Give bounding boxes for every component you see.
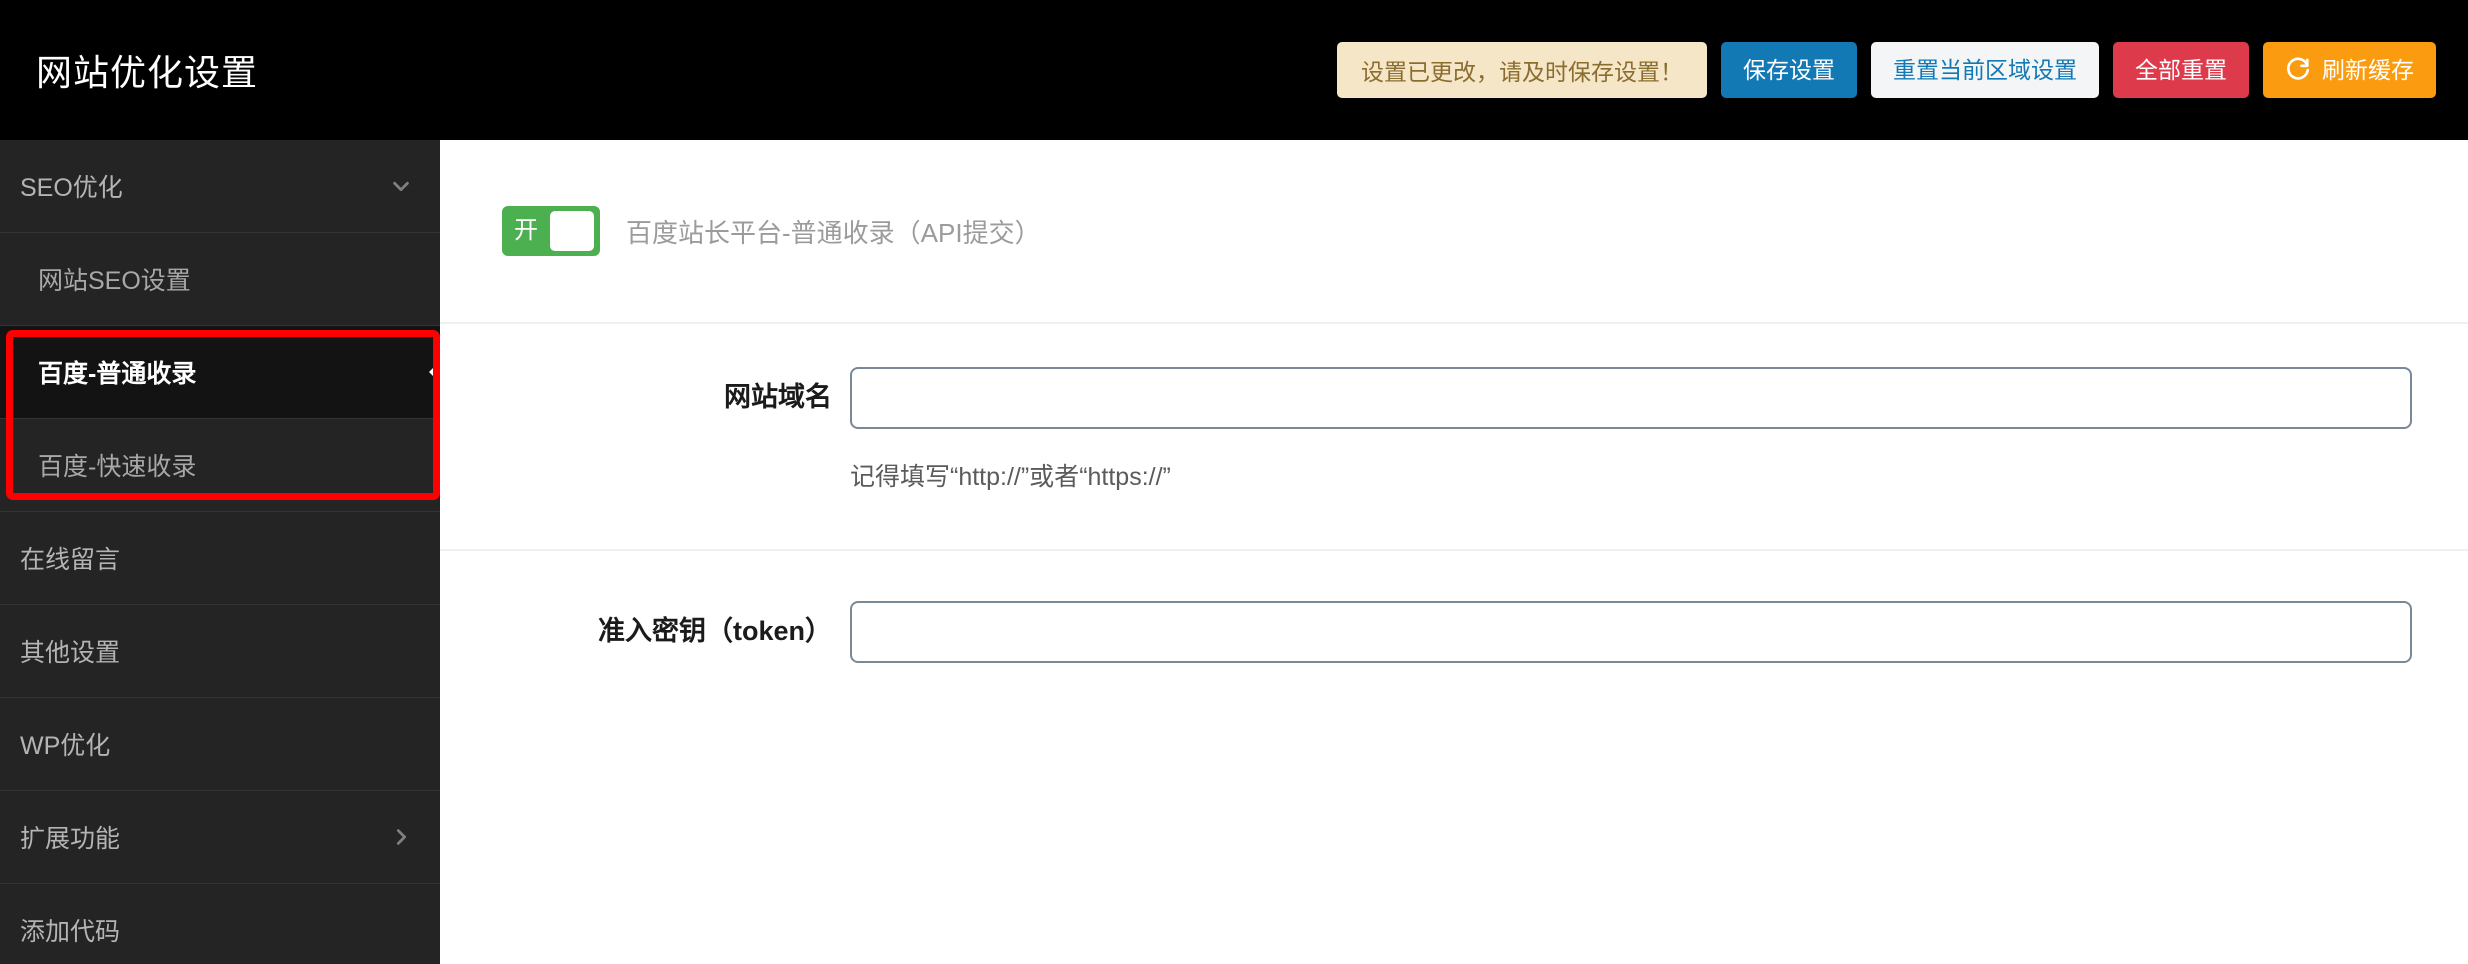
sidebar-nav: SEO优化 网站SEO设置 百度-普通收录 百度-快速收录 在线留言 其他设置 …	[0, 140, 440, 964]
form-row-token: 准入密钥（token）	[440, 551, 2468, 723]
section-title: 百度站长平台-普通收录（API提交）	[626, 217, 1041, 248]
form-row-domain: 网站域名 记得填写“http://”或者“https://”	[440, 324, 2468, 549]
settings-section: 开 百度站长平台-普通收录（API提交）	[440, 140, 2468, 324]
active-pointer-triangle-icon	[429, 361, 440, 383]
sidebar-item-add-code[interactable]: 添加代码	[0, 884, 440, 964]
reset-all-button[interactable]: 全部重置	[2113, 42, 2249, 98]
refresh-cache-label: 刷新缓存	[2322, 56, 2414, 83]
sidebar-item-label: 网站SEO设置	[38, 267, 191, 295]
toggle-state-label: 开	[514, 217, 538, 244]
sidebar-item-label: 添加代码	[20, 918, 121, 946]
sidebar-item-label: SEO优化	[20, 174, 123, 202]
main-content: 开 百度站长平台-普通收录（API提交） 网站域名 记得填写“http://”或…	[440, 140, 2468, 964]
sidebar-item-wp-optimization[interactable]: WP优化	[0, 698, 440, 791]
token-input[interactable]	[850, 601, 2412, 663]
reset-current-area-button[interactable]: 重置当前区域设置	[1871, 42, 2099, 98]
sidebar-item-label: 百度-快速收录	[38, 453, 197, 481]
sidebar-item-other-settings[interactable]: 其他设置	[0, 605, 440, 698]
domain-input[interactable]	[850, 367, 2412, 429]
toggle-knob	[550, 211, 594, 251]
chevron-down-icon	[390, 175, 412, 197]
refresh-icon	[2285, 57, 2311, 83]
domain-field-label: 网站域名	[724, 382, 832, 412]
enable-toggle-switch[interactable]: 开	[502, 206, 600, 256]
token-field-label: 准入密钥（token）	[597, 616, 832, 646]
domain-field-hint: 记得填写“http://”或者“https://”	[850, 463, 1171, 491]
domain-field-body: 记得填写“http://”或者“https://”	[850, 367, 2412, 493]
token-field-body	[850, 601, 2412, 663]
app-root: 网站优化设置 设置已更改，请及时保存设置！ 保存设置 重置当前区域设置 全部重置…	[0, 0, 2468, 964]
sidebar-item-label: 在线留言	[20, 546, 121, 574]
sidebar-item-label: 百度-普通收录	[38, 360, 197, 388]
sidebar-item-label: WP优化	[20, 732, 111, 760]
section-header: 开 百度站长平台-普通收录（API提交）	[440, 140, 2468, 322]
sidebar-item-label: 扩展功能	[20, 825, 121, 853]
sidebar-item-seo-optimization[interactable]: SEO优化	[0, 140, 440, 233]
sidebar-item-baidu-fast-index[interactable]: 百度-快速收录	[0, 419, 440, 512]
unsaved-changes-notice: 设置已更改，请及时保存设置！	[1337, 42, 1707, 98]
field-section-domain: 网站域名 记得填写“http://”或者“https://”	[440, 324, 2468, 551]
header-actions: 设置已更改，请及时保存设置！ 保存设置 重置当前区域设置 全部重置 刷新缓存	[1337, 0, 2436, 140]
field-section-token: 准入密钥（token）	[440, 551, 2468, 723]
chevron-right-icon	[390, 826, 412, 848]
save-settings-button[interactable]: 保存设置	[1721, 42, 1857, 98]
top-header-bar: 网站优化设置 设置已更改，请及时保存设置！ 保存设置 重置当前区域设置 全部重置…	[0, 0, 2468, 140]
sidebar-item-label: 其他设置	[20, 639, 121, 667]
page-title: 网站优化设置	[36, 52, 259, 93]
refresh-cache-button[interactable]: 刷新缓存	[2263, 42, 2436, 98]
sidebar-item-extensions[interactable]: 扩展功能	[0, 791, 440, 884]
sidebar-item-online-message[interactable]: 在线留言	[0, 512, 440, 605]
sidebar-item-baidu-normal-index[interactable]: 百度-普通收录	[0, 326, 440, 419]
sidebar-item-site-seo-settings[interactable]: 网站SEO设置	[0, 233, 440, 326]
